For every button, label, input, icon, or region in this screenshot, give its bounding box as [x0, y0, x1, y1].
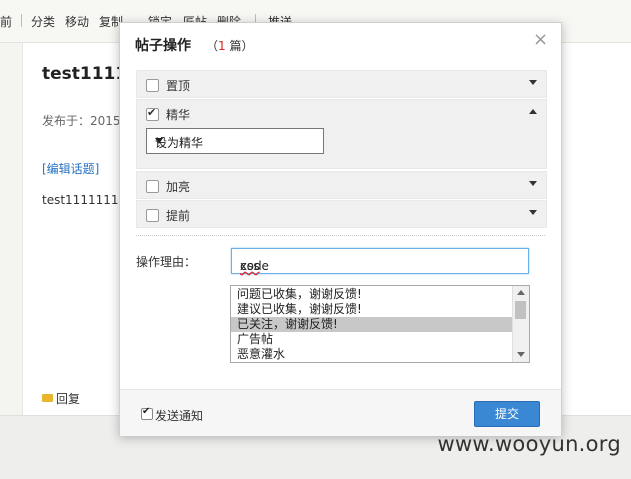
toolbar-item-move[interactable]: 移动: [65, 13, 89, 30]
count-close: 篇）: [225, 39, 254, 53]
submit-button[interactable]: 提交: [474, 401, 540, 427]
scroll-down-icon[interactable]: [517, 352, 525, 357]
list-item[interactable]: 建议已收集，谢谢反馈!: [231, 302, 512, 317]
scrollbar-thumb[interactable]: [515, 301, 526, 319]
send-notification-checkbox[interactable]: [141, 406, 153, 420]
list-item[interactable]: 广告帖: [231, 332, 512, 347]
preset-reason-list[interactable]: 问题已收集，谢谢反馈! 建议已收集，谢谢反馈! 已关注，谢谢反馈! 广告帖 恶意…: [230, 285, 530, 363]
dropdown-arrow-icon: [155, 138, 163, 144]
count-number: 1: [218, 39, 226, 53]
dialog-post-count: （1 篇）: [206, 37, 253, 54]
divider: [136, 235, 545, 236]
reply-label: 回复: [56, 392, 81, 406]
toolbar-item-category[interactable]: 分类: [31, 13, 55, 30]
reason-label: 操作理由：: [136, 255, 197, 269]
chevron-up-icon[interactable]: [529, 109, 537, 114]
toolbar-item-prev[interactable]: 前: [0, 13, 12, 30]
count-open: （: [206, 39, 219, 53]
post-body: test1111111: [42, 193, 119, 207]
list-item[interactable]: 问题已收集，谢谢反馈!: [231, 287, 512, 302]
chevron-down-icon[interactable]: [529, 210, 537, 215]
option-sticky[interactable]: 置顶: [136, 70, 547, 98]
dialog-footer: 发送通知 提交: [120, 389, 561, 436]
comment-icon: [42, 394, 53, 402]
option-label: 精华: [166, 108, 191, 122]
list-scrollbar[interactable]: [512, 286, 529, 362]
reply-button[interactable]: 回复: [42, 390, 80, 407]
list-item[interactable]: 已关注，谢谢反馈!: [231, 317, 512, 332]
post-operation-dialog: 帖子操作 （1 篇） × 置顶 精华 设为精华 加亮 提前 操作理由： xss …: [119, 22, 562, 436]
highlight-checkbox[interactable]: [146, 180, 159, 193]
option-label: 提前: [166, 209, 191, 223]
close-icon[interactable]: ×: [533, 31, 548, 49]
reason-value-rest: code: [240, 259, 269, 273]
option-bump[interactable]: 提前: [136, 200, 547, 228]
send-notification-label[interactable]: 发送通知: [155, 407, 203, 424]
toolbar-separator: [21, 14, 22, 27]
option-highlight[interactable]: 加亮: [136, 171, 547, 199]
option-label: 置顶: [166, 79, 191, 93]
option-label: 加亮: [166, 180, 191, 194]
post-meta: 发布于：2015: [42, 114, 121, 128]
chevron-down-icon[interactable]: [529, 80, 537, 85]
bump-checkbox[interactable]: [146, 209, 159, 222]
left-sidebar: [0, 43, 23, 415]
digest-select[interactable]: 设为精华: [146, 128, 324, 154]
reason-input[interactable]: xss code: [231, 248, 529, 274]
edit-topic-link[interactable]: [编辑话题]: [42, 160, 99, 177]
digest-checkbox[interactable]: [146, 106, 159, 121]
list-item[interactable]: 恶意灌水: [231, 347, 512, 362]
chevron-down-icon[interactable]: [529, 181, 537, 186]
option-digest[interactable]: 精华 设为精华: [136, 99, 547, 169]
sticky-checkbox[interactable]: [146, 79, 159, 92]
scroll-up-icon[interactable]: [517, 290, 525, 295]
dialog-title: 帖子操作: [135, 38, 191, 54]
